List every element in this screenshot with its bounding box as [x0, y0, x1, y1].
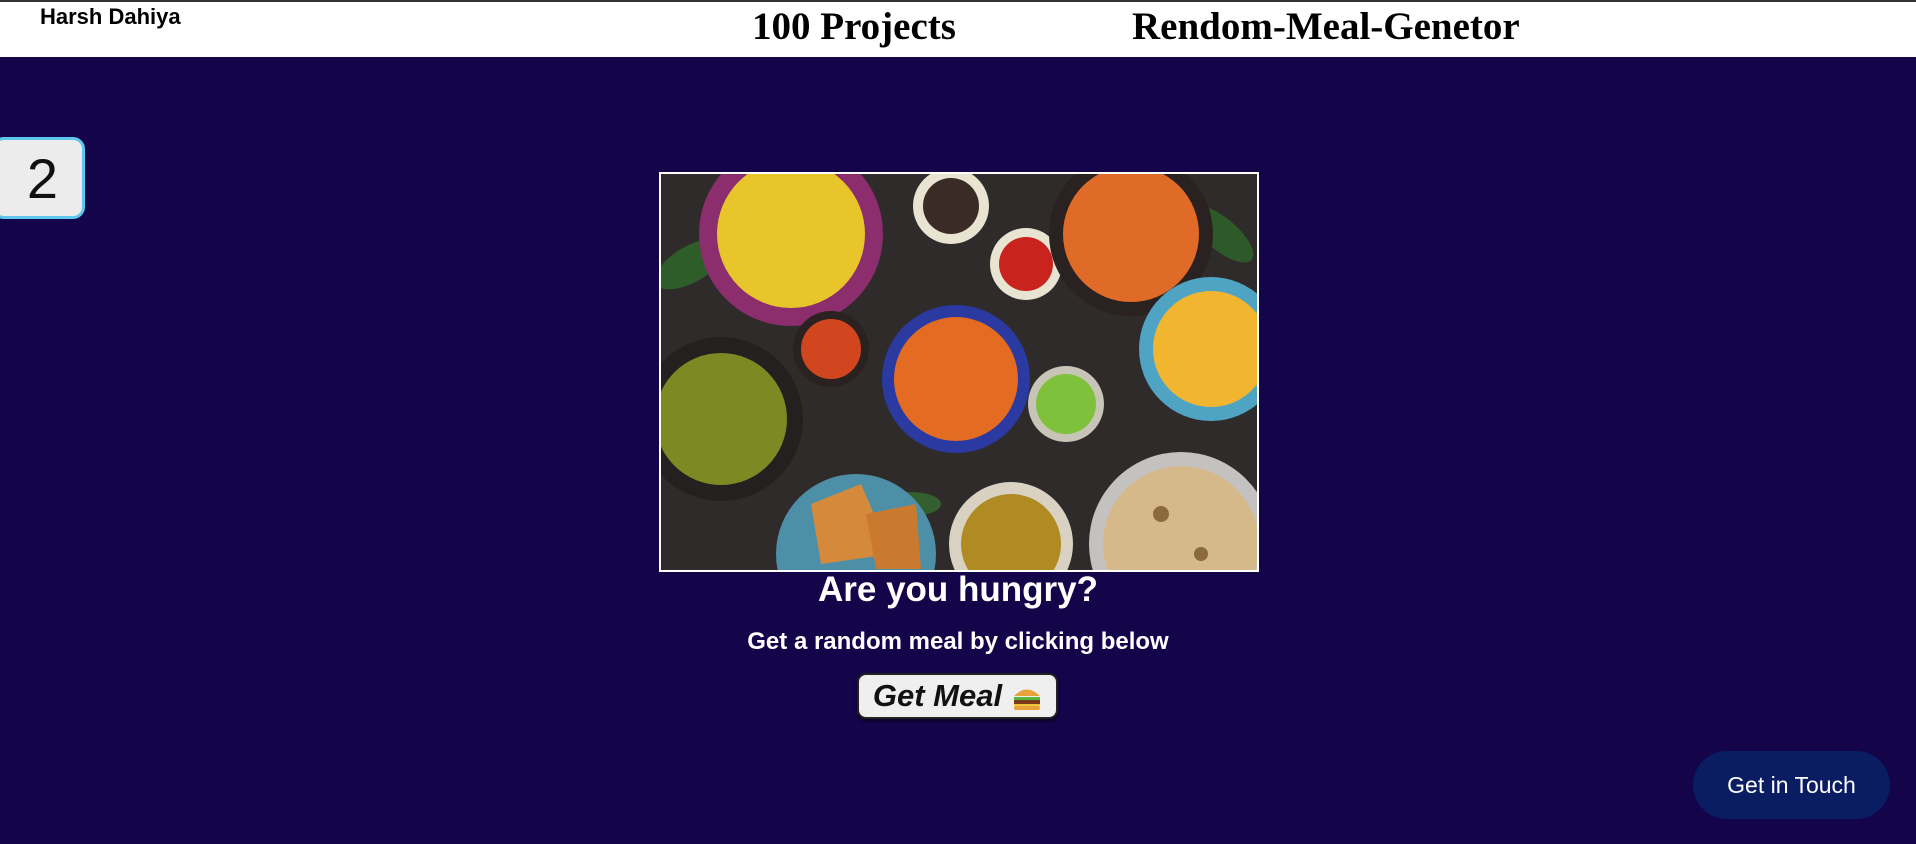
headline: Are you hungry?: [817, 570, 1099, 609]
get-meal-button[interactable]: Get Meal: [857, 673, 1058, 719]
burger-icon: [1012, 683, 1042, 710]
author-name: Harsh Dahiya: [40, 4, 181, 29]
app-title: Rendom-Meal-Genetor: [1132, 5, 1520, 48]
subtitle: Get a random meal by clicking below: [747, 628, 1169, 655]
get-in-touch-button[interactable]: Get in Touch: [1693, 751, 1890, 819]
top-header: Harsh Dahiya 100 Projects Rendom-Meal-Ge…: [0, 0, 1916, 57]
food-image: [659, 172, 1259, 572]
projects-title: 100 Projects: [752, 5, 956, 48]
project-number-badge: 2: [0, 137, 85, 219]
get-meal-label: Get Meal: [872, 678, 1003, 713]
